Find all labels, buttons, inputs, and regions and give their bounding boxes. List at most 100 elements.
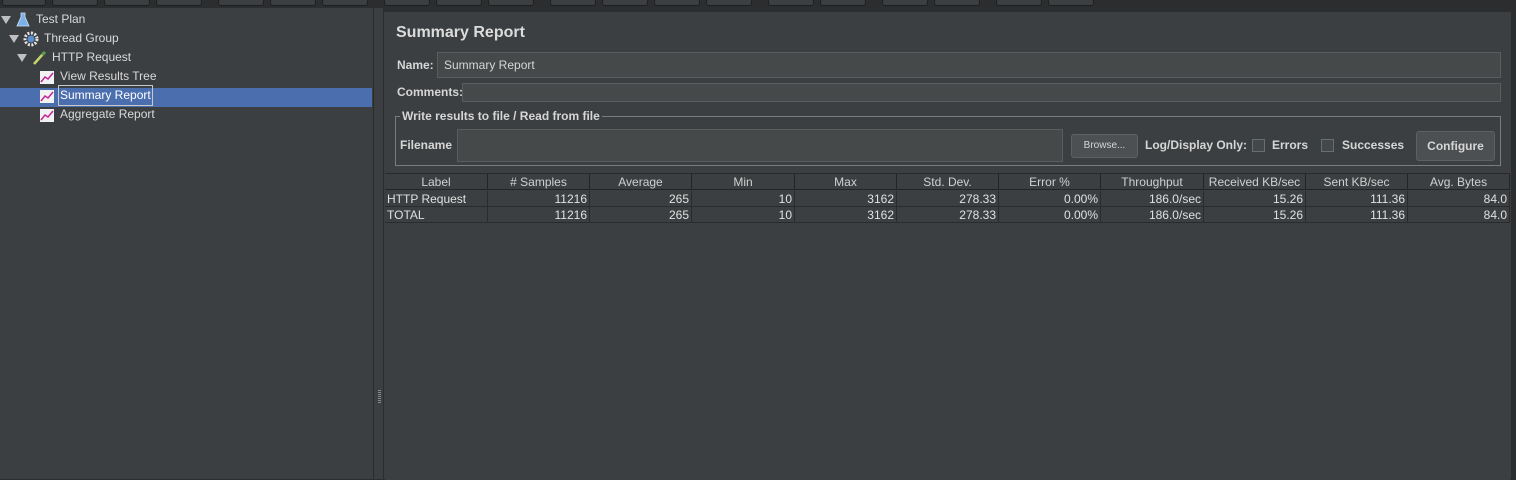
summary-report-panel: Summary Report Name: Summary Report Comm… [384, 12, 1513, 480]
toolbar-button[interactable] [768, 0, 814, 6]
window-edge [1511, 12, 1516, 479]
comments-label: Comments: [397, 85, 464, 99]
successes-label: Successes [1342, 138, 1405, 152]
toolbar-button[interactable] [104, 0, 150, 6]
tree-item-label: Aggregate Report [60, 107, 155, 121]
tree-item-test-plan[interactable]: Test Plan [0, 10, 370, 29]
table-cell: 278.33 [897, 191, 999, 207]
table-cell: 278.33 [897, 207, 999, 223]
expand-toggle-icon[interactable] [9, 35, 19, 43]
file-group-title: Write results to file / Read from file [400, 109, 602, 123]
table-cell: 186.0/sec [1101, 191, 1204, 207]
toolbar-button[interactable] [384, 0, 430, 6]
tree-item-thread-group[interactable]: Thread Group [0, 29, 370, 48]
flask-icon [16, 12, 30, 27]
column-header-received-kb[interactable]: Received KB/sec [1204, 174, 1306, 190]
table-cell: TOTAL [385, 207, 488, 223]
table-cell: 10 [692, 207, 795, 223]
table-cell: 11216 [488, 191, 590, 207]
tree-item-label: View Results Tree [60, 69, 157, 83]
column-header-label[interactable]: Label [385, 174, 488, 190]
filename-field[interactable] [457, 129, 1063, 162]
table-cell: 0.00% [999, 207, 1101, 223]
toolbar-button[interactable] [820, 0, 866, 6]
column-header-average[interactable]: Average [590, 174, 692, 190]
expand-toggle-icon[interactable] [17, 54, 27, 62]
table-row[interactable]: TOTAL 11216 265 10 3162 278.33 0.00% 186… [385, 207, 1510, 223]
table-cell: 111.36 [1306, 191, 1408, 207]
toolbar-button[interactable] [706, 0, 752, 6]
toolbar-button[interactable] [488, 0, 534, 6]
errors-checkbox[interactable] [1252, 139, 1265, 152]
column-header-throughput[interactable]: Throughput [1101, 174, 1204, 190]
toolbar-button[interactable] [882, 0, 928, 6]
tree-item-aggregate-report[interactable]: Aggregate Report [0, 105, 370, 124]
test-plan-tree: Test Plan Thread Group HTTP Request View… [0, 8, 374, 479]
successes-checkbox[interactable] [1321, 139, 1334, 152]
toolbar-button[interactable] [654, 0, 700, 6]
graph-icon [40, 90, 54, 103]
toolbar-button[interactable] [218, 0, 264, 6]
graph-icon [40, 71, 54, 84]
tree-item-label: Test Plan [36, 12, 86, 26]
toolbar-button[interactable] [270, 0, 316, 6]
splitter-grip-icon[interactable] [378, 390, 381, 404]
gear-icon [23, 31, 39, 47]
column-header-std-dev[interactable]: Std. Dev. [897, 174, 999, 190]
column-header-samples[interactable]: # Samples [488, 174, 590, 190]
table-cell: 15.26 [1204, 207, 1306, 223]
table-cell: 111.36 [1306, 207, 1408, 223]
column-header-avg-bytes[interactable]: Avg. Bytes [1408, 174, 1510, 190]
name-field-value: Summary Report [444, 58, 535, 72]
comments-field[interactable] [462, 83, 1501, 102]
pipette-icon [33, 50, 47, 65]
filename-label: Filename [400, 138, 453, 152]
table-cell: 11216 [488, 207, 590, 223]
toolbar-button[interactable] [934, 0, 980, 6]
tree-item-label: Thread Group [44, 31, 119, 45]
toolbar-button[interactable] [1048, 0, 1094, 6]
table-cell: 15.26 [1204, 191, 1306, 207]
toolbar-button[interactable] [436, 0, 482, 6]
page-title: Summary Report [396, 24, 525, 41]
tree-item-label: HTTP Request [52, 50, 132, 64]
table-cell: 186.0/sec [1101, 207, 1204, 223]
name-field[interactable]: Summary Report [437, 52, 1501, 78]
toolbar [0, 0, 1516, 6]
name-label: Name: [397, 58, 434, 72]
tree-item-label: Summary Report [58, 85, 153, 106]
table-cell: 265 [590, 191, 692, 207]
column-header-sent-kb[interactable]: Sent KB/sec [1306, 174, 1408, 190]
browse-button[interactable]: Browse... [1071, 134, 1138, 158]
table-cell: 265 [590, 207, 692, 223]
toolbar-button[interactable] [2, 0, 46, 6]
table-cell: 84.0 [1408, 207, 1510, 223]
graph-icon [40, 109, 54, 122]
tree-item-view-results-tree[interactable]: View Results Tree [0, 67, 370, 86]
configure-button[interactable]: Configure [1416, 131, 1495, 161]
table-cell: 3162 [795, 207, 897, 223]
table-cell: 84.0 [1408, 191, 1510, 207]
column-header-min[interactable]: Min [692, 174, 795, 190]
table-cell: HTTP Request [385, 191, 488, 207]
tree-item-summary-report[interactable]: Summary Report [0, 85, 370, 106]
table-cell: 3162 [795, 191, 897, 207]
toolbar-button[interactable] [996, 0, 1042, 6]
results-table: Label # Samples Average Min Max Std. Dev… [385, 173, 1510, 480]
toolbar-button[interactable] [602, 0, 648, 6]
expand-toggle-icon[interactable] [1, 16, 11, 24]
table-header: Label # Samples Average Min Max Std. Dev… [385, 174, 1510, 191]
column-header-max[interactable]: Max [795, 174, 897, 190]
column-header-error-pct[interactable]: Error % [999, 174, 1101, 190]
toolbar-button[interactable] [322, 0, 368, 6]
toolbar-button[interactable] [52, 0, 98, 6]
table-row[interactable]: HTTP Request 11216 265 10 3162 278.33 0.… [385, 191, 1510, 207]
table-cell: 10 [692, 191, 795, 207]
toolbar-button[interactable] [156, 0, 202, 6]
tree-item-http-request[interactable]: HTTP Request [0, 48, 370, 67]
split-pane-divider[interactable] [374, 8, 383, 479]
toolbar-button[interactable] [550, 0, 596, 6]
log-display-label: Log/Display Only: [1145, 138, 1248, 152]
errors-label: Errors [1272, 138, 1309, 152]
table-cell: 0.00% [999, 191, 1101, 207]
